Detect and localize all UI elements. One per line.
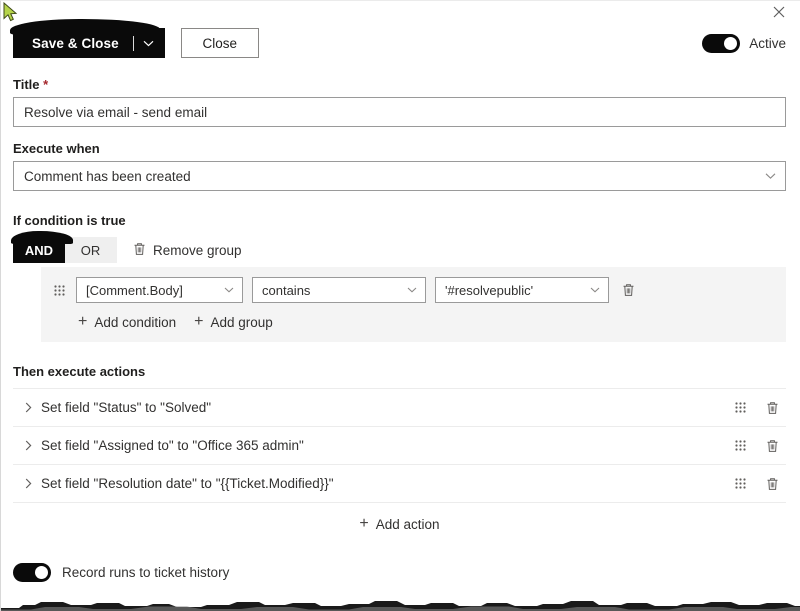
action-label: Set field "Assigned to" to "Office 365 a… (41, 438, 304, 453)
title-input-value: Resolve via email - send email (24, 104, 208, 120)
chevron-down-icon[interactable] (134, 29, 164, 57)
drag-handle-icon[interactable] (732, 437, 748, 455)
active-toggle[interactable] (702, 33, 741, 53)
add-condition-label: Add condition (94, 314, 177, 330)
save-and-close-button[interactable]: Save & Close (10, 19, 165, 58)
title-field-label: Title * (13, 77, 786, 92)
plus-icon: + (194, 313, 204, 330)
chevron-down-icon (224, 287, 234, 293)
execute-when-select[interactable]: Comment has been created (13, 161, 786, 191)
redaction-mark (24, 21, 144, 35)
remove-group-label: Remove group (153, 242, 242, 258)
add-action-label: Add action (375, 516, 440, 532)
chevron-right-icon[interactable] (15, 402, 41, 413)
execute-when-value: Comment has been created (24, 168, 191, 184)
toggle-knob (724, 36, 738, 50)
chevron-down-icon (765, 173, 776, 180)
delete-action-button[interactable] (762, 473, 782, 495)
add-group-button[interactable]: + Add group (194, 314, 273, 330)
action-row[interactable]: Set field "Assigned to" to "Office 365 a… (13, 427, 786, 465)
redaction-mark (1, 597, 800, 611)
actions-section-label: Then execute actions (13, 364, 146, 379)
plus-icon: + (359, 515, 369, 532)
condition-operator-and[interactable]: AND (13, 237, 65, 263)
condition-value-select[interactable]: '#resolvepublic' (435, 277, 609, 303)
drag-handle-icon[interactable] (732, 399, 748, 417)
titlebar (1, 1, 800, 23)
action-list: Set field "Status" to "Solved" Set field… (13, 388, 786, 503)
title-label-text: Title (13, 77, 40, 92)
command-bar: Save & Close Close Active (1, 19, 800, 63)
plus-icon: + (78, 313, 88, 330)
record-runs-toggle-group: Record runs to ticket history (13, 563, 786, 582)
active-toggle-group: Active (702, 33, 786, 53)
add-group-label: Add group (210, 314, 273, 330)
condition-field-select[interactable]: [Comment.Body] (76, 277, 243, 303)
condition-row: [Comment.Body] contains '#resolvepublic' (51, 277, 774, 303)
condition-operator-or[interactable]: OR (65, 237, 117, 263)
delete-condition-button[interactable] (618, 279, 638, 301)
condition-group-links: + Add condition + Add group (78, 314, 774, 330)
record-runs-label: Record runs to ticket history (62, 565, 230, 580)
title-input[interactable]: Resolve via email - send email (13, 97, 786, 127)
delete-action-button[interactable] (762, 397, 782, 419)
condition-group-header: AND OR Remove group (11, 231, 786, 263)
close-button[interactable]: Close (180, 28, 259, 58)
add-action-button[interactable]: + Add action (359, 516, 439, 532)
required-marker: * (43, 77, 49, 92)
execute-when-label: Execute when (13, 141, 100, 156)
save-and-close-label: Save & Close (32, 35, 119, 51)
add-action-row: + Add action (13, 503, 786, 532)
close-icon[interactable] (766, 1, 792, 23)
action-row[interactable]: Set field "Status" to "Solved" (13, 388, 786, 427)
action-label: Set field "Resolution date" to "{{Ticket… (41, 476, 334, 491)
action-label: Set field "Status" to "Solved" (41, 400, 212, 415)
rule-editor-panel: Save & Close Close Active Title * Resolv (0, 0, 800, 611)
drag-handle-icon[interactable] (51, 281, 67, 299)
condition-section-label: If condition is true (13, 213, 126, 228)
condition-operator-select[interactable]: contains (252, 277, 426, 303)
form-content: Title * Resolve via email - send email E… (1, 77, 800, 582)
trash-icon (133, 242, 146, 259)
add-condition-button[interactable]: + Add condition (78, 314, 176, 330)
chevron-down-icon (407, 287, 417, 293)
delete-action-button[interactable] (762, 435, 782, 457)
condition-value-text: '#resolvepublic' (445, 282, 534, 298)
condition-group-body: [Comment.Body] contains '#resolvepublic'… (41, 267, 786, 342)
toggle-knob (35, 566, 48, 579)
remove-group-button[interactable]: Remove group (133, 242, 242, 259)
chevron-right-icon[interactable] (15, 440, 41, 451)
condition-field-value: [Comment.Body] (86, 282, 183, 298)
active-toggle-label: Active (749, 35, 786, 51)
drag-handle-icon[interactable] (732, 475, 748, 493)
action-row[interactable]: Set field "Resolution date" to "{{Ticket… (13, 465, 786, 503)
chevron-right-icon[interactable] (15, 478, 41, 489)
record-runs-toggle[interactable] (13, 563, 51, 582)
split-divider (132, 35, 134, 51)
condition-operator-value: contains (262, 282, 311, 298)
chevron-down-icon (590, 287, 600, 293)
